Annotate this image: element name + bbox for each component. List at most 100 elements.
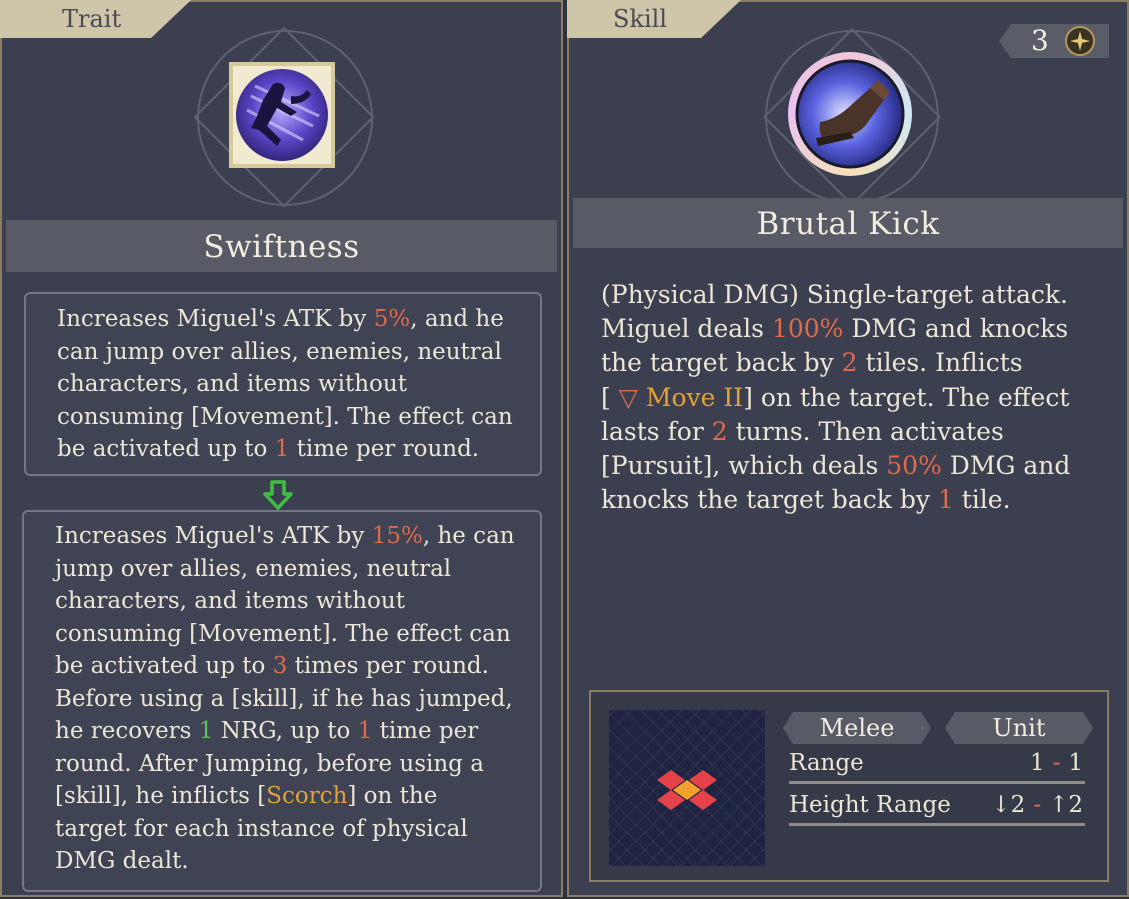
range-min: 1 [1029,750,1045,776]
text-segment: time per round. [289,436,480,462]
text-segment: characters, and items without [55,588,405,614]
text-segment: characters, and items without [57,371,407,397]
text-segment: ] on the target. The effect [743,382,1070,412]
description-line: knocks the target back by 1 tile. [601,483,1070,517]
text-segment: lasts for [601,416,712,446]
range-value: 1-1 [1030,744,1083,782]
description-line: DMG dealt. [55,845,540,878]
height-range-value: ↓2- ↑2 [991,786,1083,824]
target-type-pill: Unit [945,712,1093,744]
description-line: be activated up to 1 time per round. [57,433,540,466]
skill-title: Brutal Kick [573,198,1123,248]
description-line: be activated up to 3 times per round. [55,650,540,683]
description-line: Before using a [skill], if he has jumped… [55,683,540,716]
description-line: characters, and items without [55,585,540,618]
text-segment: Increases Miguel's ATK by [57,306,374,332]
trait-icon [229,62,335,168]
highlight-value: Move II [637,382,744,412]
description-line: characters, and items without [57,368,540,401]
text-segment: DMG and [941,451,1071,481]
text-segment: consuming [Movement]. The effect can [57,403,513,430]
trait-tab[interactable]: Trait [0,0,191,38]
trait-upgraded-description: Increases Miguel's ATK by 15%, he can jum… [22,510,542,892]
description-line: he recovers 1 NRG, up to 1 time per [55,715,540,748]
range-max: 1 [1068,750,1083,776]
skill-tab[interactable]: Skill [567,0,741,38]
description-line: Increases Miguel's ATK by 15%, he can [55,520,540,553]
text-segment: round. After Jumping, before using a [55,750,484,777]
description-line: Miguel deals 100% DMG and knocks [601,312,1070,346]
text-segment: tiles. Inflicts [857,348,1023,378]
height-max: ↑2 [1049,792,1083,818]
skill-cost-badge: 3 [999,24,1109,58]
text-segment: be activated up to [57,436,275,462]
text-segment: , he can [422,523,515,549]
description-line: consuming [Movement]. The effect can [55,618,540,651]
running-leap-icon [233,66,331,164]
highlight-value: 1 [357,718,373,744]
text-segment: Increases Miguel's ATK by [55,523,372,549]
range-label: Range [789,750,864,776]
highlight-value: Scorch [266,783,348,809]
description-line: (Physical DMG) Single-target attack. [601,278,1070,312]
move-debuff-icon: ▽ [618,382,638,412]
down-arrow-icon [261,478,295,512]
text-segment: turns. Then activates [727,416,1004,446]
range-grid [609,710,765,866]
description-line: jump over allies, enemies, neutral [55,553,540,586]
skill-cost-value: 3 [1031,24,1049,57]
description-line: [Pursuit], which deals 50% DMG and [601,449,1070,483]
text-segment: target for each instance of physical [55,815,468,842]
text-segment: Miguel deals [601,314,772,344]
highlight-value: 5% [373,306,411,332]
height-min: ↓2 [991,792,1026,818]
highlight-value: 3 [272,653,288,679]
trait-title: Swiftness [6,220,557,272]
text-segment: DMG and knocks [843,314,1069,344]
text-segment: times per round. [287,653,489,679]
description-line: [skill], he inflicts [Scorch] on the [55,780,540,813]
description-line: can jump over allies, enemies, neutral [57,336,540,369]
range-row: Range 1-1 [789,744,1085,784]
text-segment: [Pursuit], which deals [601,451,887,481]
highlight-value: 15% [371,523,423,549]
description-line: Increases Miguel's ATK by 5%, and he [57,303,540,336]
text-segment: tile. [953,485,1011,515]
text-segment: be activated up to [55,653,273,679]
skill-panel: Skill 3 Brutal Kick (Physical DMG) Singl… [567,0,1129,897]
height-separator: - [1033,792,1042,818]
height-range-row: Height Range ↓2- ↑2 [789,786,1085,826]
text-segment: , and he [410,306,504,332]
boot-kick-icon [795,59,905,169]
text-segment: knocks the target back by [601,485,938,515]
description-line: target for each instance of physical [55,813,540,846]
text-segment: the target back by [601,348,842,378]
trait-panel: Trait Swiftness Increases Miguel's ATK b… [0,0,563,897]
text-segment: NRG, up to [213,718,358,744]
text-segment: jump over allies, enemies, neutral [55,555,452,582]
highlight-value: 1 [274,436,290,462]
highlight-value: 1 [198,718,214,744]
skill-description: (Physical DMG) Single-target attack. Migu… [601,278,1070,517]
text-segment: time per [372,718,479,744]
text-segment: ] on the [347,783,438,809]
text-segment: [ [601,382,619,412]
range-type-pill: Melee [783,712,931,744]
text-segment: [skill], he inflicts [ [55,783,267,809]
star-energy-icon [1065,26,1095,56]
description-line: lasts for 2 turns. Then activates [601,415,1070,449]
description-line: [ ▽ Move II] on the target. The effect [601,381,1070,415]
text-segment: can jump over allies, enemies, neutral [57,338,502,365]
skill-icon [788,52,912,176]
trait-base-description: Increases Miguel's ATK by 5%, and he can … [24,292,542,476]
text-segment: (Physical DMG) Single-target attack. [601,280,1068,309]
range-panel: Melee Unit Range 1-1 Height Range ↓2- ↑2 [589,690,1109,882]
description-line: the target back by 2 tiles. Inflicts [601,346,1070,380]
text-segment: DMG dealt. [55,848,189,874]
range-separator: - [1052,750,1061,776]
highlight-value: 1 [937,485,954,515]
text-segment: he recovers [55,718,199,744]
highlight-value: 100% [771,314,844,344]
range-pattern-icon [657,770,717,810]
highlight-value: 50% [886,451,942,481]
